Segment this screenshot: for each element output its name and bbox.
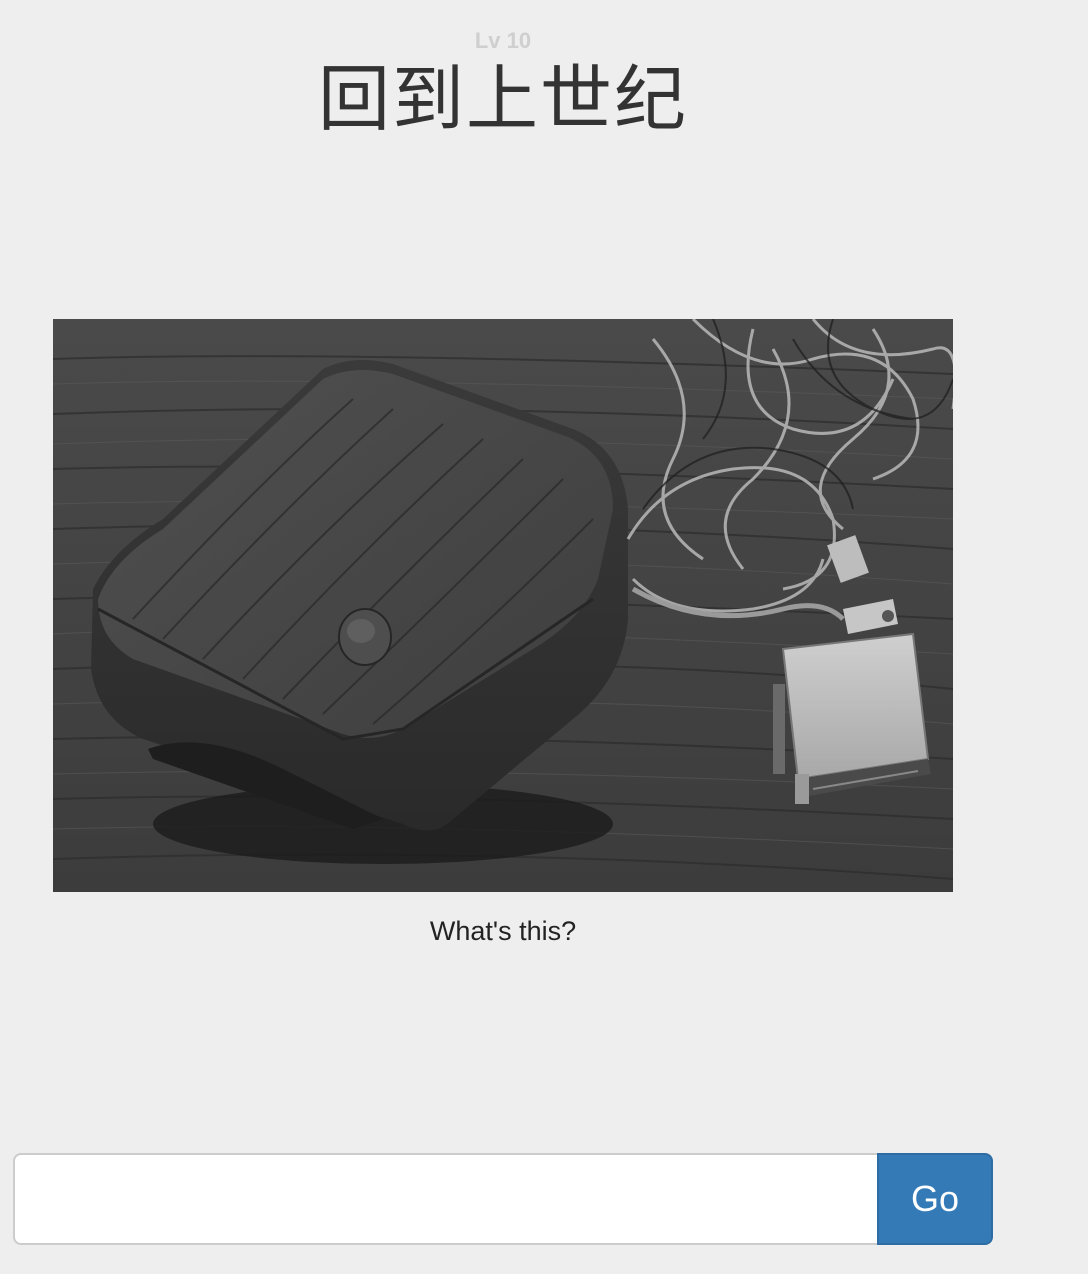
page-title: 回到上世纪 [317,60,688,140]
puzzle-question: What's this? [429,916,577,946]
puzzle-page: Lv 10 回到上世纪 What's this? Go [0,0,1088,1274]
go-button[interactable]: Go [877,1153,993,1245]
answer-form: Go [13,1153,993,1245]
level-label: Lv 10 [474,28,532,53]
puzzle-image [53,319,953,892]
answer-input[interactable] [13,1153,877,1245]
